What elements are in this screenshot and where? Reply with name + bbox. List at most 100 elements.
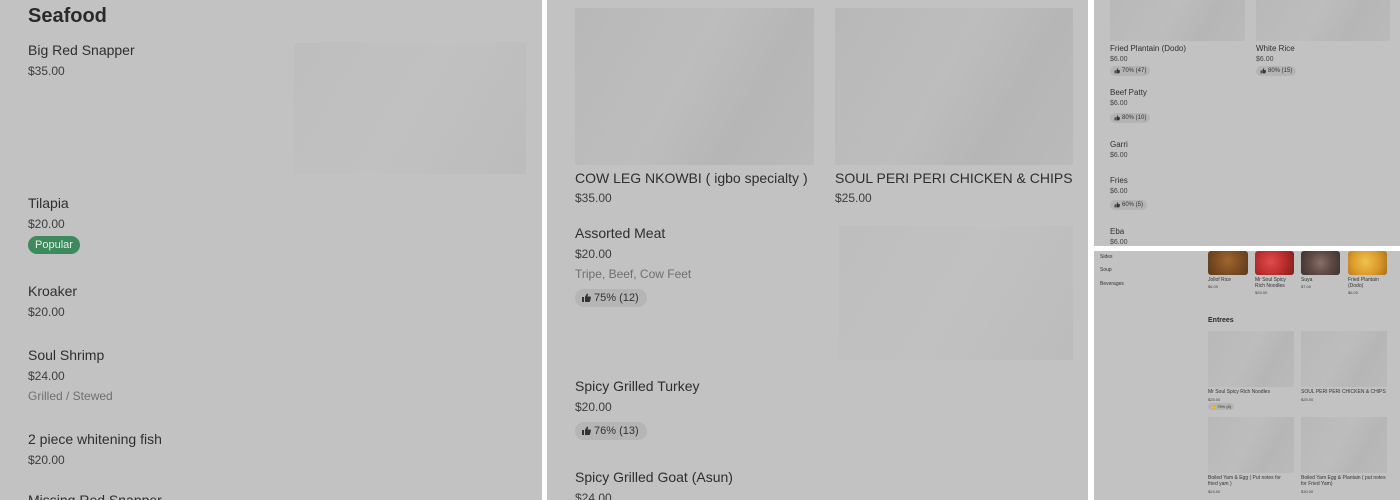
card-price: $30.00 [1301, 489, 1314, 494]
card-price: $25.00 [1301, 397, 1314, 402]
menu-card[interactable]: COW LEG NKOWBI ( igbo specialty ) $35.00 [575, 170, 808, 205]
fried-plantain-image [1348, 251, 1387, 275]
card-name: SOUL PERI PERI CHICKEN & CHIPS [835, 170, 1073, 186]
menu-card[interactable]: White Rice $6.00 [1256, 44, 1295, 63]
menu-card[interactable]: Suya $7.00 [1301, 277, 1312, 289]
rating-badge: 👍 75% (8) [1208, 403, 1235, 410]
noodles-image [1255, 251, 1294, 275]
item-name: Tilapia [28, 195, 69, 211]
card-price: $24.00 [1208, 489, 1221, 494]
rating-badge: 60% (5) [1110, 200, 1148, 210]
rating-text: 60% (5) [1122, 202, 1144, 208]
card-name: Mr Soul Spicy Rich Noodles [1208, 389, 1270, 395]
card-name: Jollof Rice [1208, 277, 1232, 283]
item-name: Assorted Meat [575, 225, 666, 241]
item-name: Beef Patty [1110, 88, 1147, 97]
thumbs-up-icon: 👍 [1211, 404, 1216, 409]
item-description: Tripe, Beef, Cow Feet [575, 267, 692, 281]
item-price: $6.00 [1110, 100, 1128, 107]
card-name: SOUL PERI PERI CHICKEN & CHIPS [1301, 389, 1386, 395]
card-name: Mr Soul Spicy Rich Noodles [1255, 277, 1286, 289]
meat-panel: COW LEG NKOWBI ( igbo specialty ) $35.00… [547, 0, 1088, 500]
rating-badge: 75% (12) [575, 289, 647, 307]
popular-badge: Popular [28, 236, 80, 254]
card-price: $6.00 [1348, 290, 1359, 295]
card-price: $7.00 [1301, 284, 1312, 289]
item-price: $24.00 [28, 369, 65, 383]
overview-panel: Sides Soup Beverages Jollof Rice $6.00 M… [1094, 251, 1400, 500]
thumbs-up-icon [1114, 68, 1120, 74]
card-image-placeholder [575, 8, 814, 165]
menu-item[interactable]: Big Red Snapper $35.00 [28, 42, 135, 78]
rating-text: 80% (10) [1122, 115, 1147, 121]
card-name: White Rice [1256, 44, 1295, 53]
item-name: Spicy Grilled Turkey [575, 378, 700, 394]
item-name[interactable]: Missing Red Snapper [28, 492, 162, 500]
card-image-placeholder [1301, 331, 1387, 387]
menu-item[interactable]: 2 piece whitening fish $20.00 [28, 431, 162, 467]
section-heading: Seafood [28, 5, 107, 27]
menu-card[interactable]: Mr Soul Spicy Rich Noodles $25.00 [1255, 277, 1297, 295]
item-price: $6.00 [1110, 188, 1128, 195]
menu-card[interactable]: SOUL PERI PERI CHICKEN & CHIPS $25.00 [1301, 389, 1386, 402]
item-price: $35.00 [28, 64, 65, 78]
menu-item[interactable]: Spicy Grilled Turkey $20.00 [575, 378, 699, 414]
menu-item[interactable]: Spicy Grilled Goat (Asun) $24.00 [575, 469, 733, 500]
card-price: $6.00 [1256, 56, 1274, 63]
seafood-panel: Seafood Big Red Snapper $35.00 Tilapia $… [0, 0, 542, 500]
card-price: $35.00 [575, 191, 612, 205]
item-price: $20.00 [28, 453, 65, 467]
card-name: Fried Plantain (Dodo) [1110, 44, 1187, 53]
menu-card[interactable]: Fried Plantain (Dodo) $6.00 [1348, 277, 1390, 295]
category-link-sides[interactable]: Sides [1100, 254, 1113, 260]
sides-panel: Fried Plantain (Dodo) $6.00 70% (47) Whi… [1094, 0, 1400, 246]
menu-item[interactable]: Assorted Meat $20.00 Tripe, Beef, Cow Fe… [575, 225, 691, 281]
item-price: $20.00 [575, 247, 612, 261]
item-name: Soul Shrimp [28, 347, 105, 363]
menu-item[interactable]: Fries $6.00 [1110, 176, 1128, 195]
item-price: $20.00 [575, 400, 612, 414]
item-name: Fries [1110, 176, 1128, 185]
card-image-placeholder [1256, 0, 1390, 41]
menu-card[interactable]: Boiled Yam & Egg ( Put notes for fried y… [1208, 475, 1288, 494]
item-name: Garri [1110, 140, 1128, 149]
item-price: $6.00 [1110, 239, 1128, 246]
menu-card[interactable]: Jollof Rice $6.00 [1208, 277, 1231, 289]
rating-badge: 76% (13) [575, 422, 647, 440]
rating-text: 75% (12) [594, 292, 639, 304]
item-image-placeholder [294, 43, 526, 174]
item-name: Kroaker [28, 283, 78, 299]
menu-item[interactable]: Tilapia $20.00 [28, 195, 69, 231]
menu-card[interactable]: Fried Plantain (Dodo) $6.00 [1110, 44, 1186, 63]
menu-item[interactable]: Kroaker $20.00 [28, 283, 77, 319]
card-image-placeholder [1208, 417, 1294, 473]
rating-badge: 80% (15) [1256, 66, 1297, 76]
menu-item[interactable]: Beef Patty $6.00 [1110, 88, 1147, 107]
card-price: $6.00 [1110, 56, 1128, 63]
menu-card[interactable]: Boiled Yam Egg & Plantain ( put notes fo… [1301, 475, 1387, 494]
menu-item[interactable]: Soul Shrimp $24.00 Grilled / Stewed [28, 347, 113, 403]
category-link-beverages[interactable]: Beverages [1100, 281, 1124, 287]
rating-text: 76% (13) [594, 425, 639, 437]
item-name: Spicy Grilled Goat (Asun) [575, 469, 733, 485]
item-name: Big Red Snapper [28, 42, 135, 58]
suya-image [1301, 251, 1340, 275]
item-price: $6.00 [1110, 152, 1128, 159]
card-price: $6.00 [1208, 284, 1219, 289]
card-image-placeholder [1110, 0, 1245, 41]
card-image-placeholder [1301, 417, 1387, 473]
menu-item[interactable]: Eba $6.00 [1110, 227, 1128, 246]
item-price: $20.00 [28, 217, 65, 231]
card-image-placeholder [835, 8, 1073, 165]
category-link-soup[interactable]: Soup [1100, 267, 1112, 273]
menu-card[interactable]: Mr Soul Spicy Rich Noodles $25.00 [1208, 389, 1270, 402]
card-price: $25.00 [835, 191, 872, 205]
item-price: $24.00 [575, 491, 612, 500]
thumbs-up-icon [1260, 68, 1266, 74]
card-image-placeholder [1208, 331, 1294, 387]
thumbs-up-icon [582, 426, 591, 435]
rating-text: 75% (8) [1217, 404, 1232, 409]
menu-item[interactable]: Garri $6.00 [1110, 140, 1128, 159]
rating-badge: 80% (10) [1110, 113, 1151, 123]
menu-card[interactable]: SOUL PERI PERI CHICKEN & CHIPS $25.00 [835, 170, 1073, 205]
